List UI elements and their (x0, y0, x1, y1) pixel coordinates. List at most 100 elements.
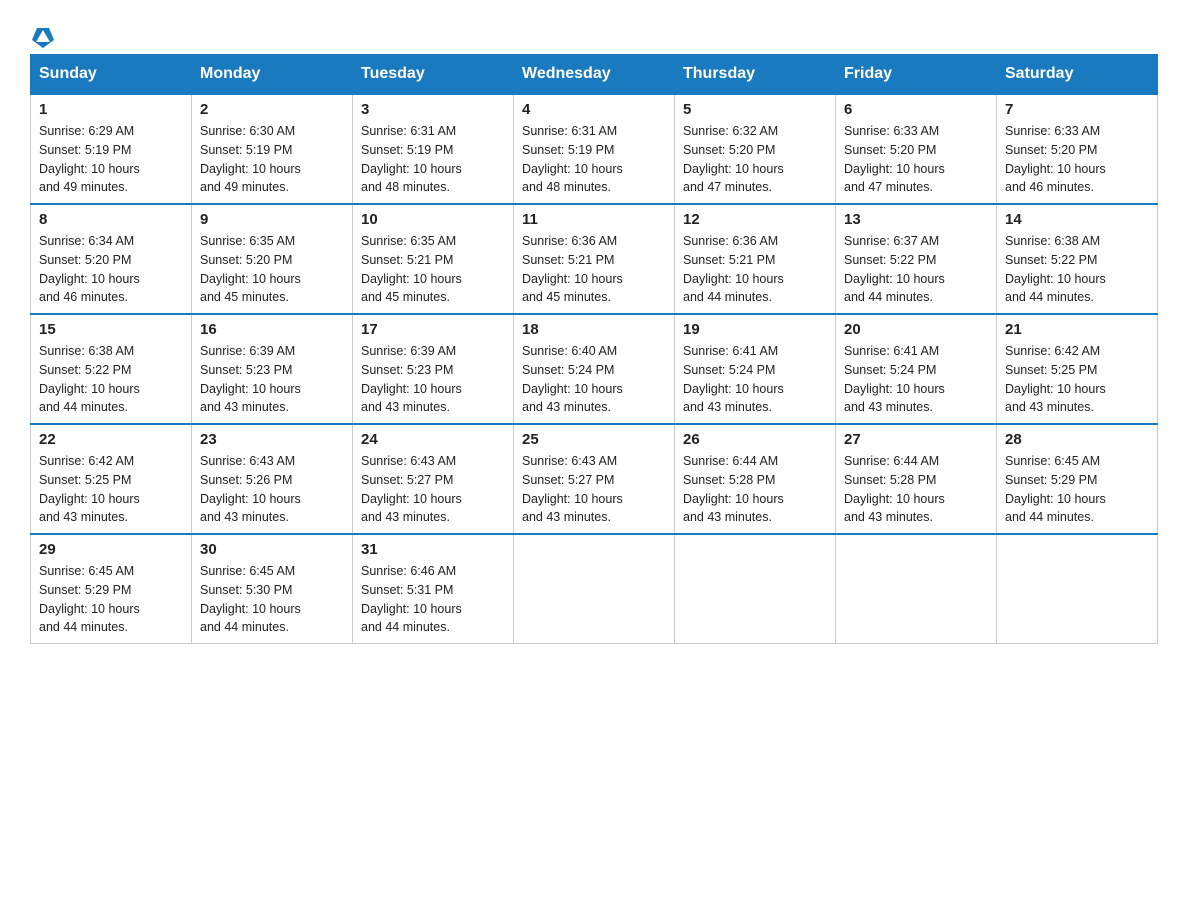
day-number: 23 (200, 431, 344, 448)
day-info: Sunrise: 6:35 AM Sunset: 5:21 PM Dayligh… (361, 232, 505, 307)
weekday-header-friday: Friday (836, 55, 997, 95)
calendar-cell: 13 Sunrise: 6:37 AM Sunset: 5:22 PM Dayl… (836, 204, 997, 314)
calendar-table: SundayMondayTuesdayWednesdayThursdayFrid… (30, 54, 1158, 644)
day-info: Sunrise: 6:39 AM Sunset: 5:23 PM Dayligh… (361, 342, 505, 417)
day-number: 15 (39, 321, 183, 338)
day-info: Sunrise: 6:42 AM Sunset: 5:25 PM Dayligh… (39, 452, 183, 527)
day-info: Sunrise: 6:31 AM Sunset: 5:19 PM Dayligh… (522, 122, 666, 197)
day-info: Sunrise: 6:45 AM Sunset: 5:30 PM Dayligh… (200, 562, 344, 637)
day-number: 10 (361, 211, 505, 228)
day-number: 25 (522, 431, 666, 448)
calendar-cell: 19 Sunrise: 6:41 AM Sunset: 5:24 PM Dayl… (675, 314, 836, 424)
day-number: 2 (200, 101, 344, 118)
calendar-cell: 5 Sunrise: 6:32 AM Sunset: 5:20 PM Dayli… (675, 94, 836, 204)
calendar-cell: 20 Sunrise: 6:41 AM Sunset: 5:24 PM Dayl… (836, 314, 997, 424)
day-info: Sunrise: 6:36 AM Sunset: 5:21 PM Dayligh… (683, 232, 827, 307)
day-info: Sunrise: 6:36 AM Sunset: 5:21 PM Dayligh… (522, 232, 666, 307)
day-number: 18 (522, 321, 666, 338)
day-number: 24 (361, 431, 505, 448)
week-row-2: 8 Sunrise: 6:34 AM Sunset: 5:20 PM Dayli… (31, 204, 1158, 314)
calendar-cell (514, 534, 675, 644)
day-number: 17 (361, 321, 505, 338)
calendar-cell: 22 Sunrise: 6:42 AM Sunset: 5:25 PM Dayl… (31, 424, 192, 534)
day-number: 6 (844, 101, 988, 118)
week-row-1: 1 Sunrise: 6:29 AM Sunset: 5:19 PM Dayli… (31, 94, 1158, 204)
day-number: 9 (200, 211, 344, 228)
logo (30, 30, 54, 44)
day-number: 1 (39, 101, 183, 118)
day-info: Sunrise: 6:37 AM Sunset: 5:22 PM Dayligh… (844, 232, 988, 307)
day-info: Sunrise: 6:33 AM Sunset: 5:20 PM Dayligh… (844, 122, 988, 197)
day-number: 7 (1005, 101, 1149, 118)
day-number: 11 (522, 211, 666, 228)
day-number: 27 (844, 431, 988, 448)
day-number: 29 (39, 541, 183, 558)
day-number: 12 (683, 211, 827, 228)
weekday-header-tuesday: Tuesday (353, 55, 514, 95)
calendar-cell: 27 Sunrise: 6:44 AM Sunset: 5:28 PM Dayl… (836, 424, 997, 534)
page-header (30, 20, 1158, 44)
weekday-header-monday: Monday (192, 55, 353, 95)
calendar-cell: 3 Sunrise: 6:31 AM Sunset: 5:19 PM Dayli… (353, 94, 514, 204)
day-info: Sunrise: 6:31 AM Sunset: 5:19 PM Dayligh… (361, 122, 505, 197)
calendar-cell: 9 Sunrise: 6:35 AM Sunset: 5:20 PM Dayli… (192, 204, 353, 314)
day-info: Sunrise: 6:34 AM Sunset: 5:20 PM Dayligh… (39, 232, 183, 307)
day-info: Sunrise: 6:40 AM Sunset: 5:24 PM Dayligh… (522, 342, 666, 417)
day-info: Sunrise: 6:35 AM Sunset: 5:20 PM Dayligh… (200, 232, 344, 307)
calendar-cell: 4 Sunrise: 6:31 AM Sunset: 5:19 PM Dayli… (514, 94, 675, 204)
day-number: 31 (361, 541, 505, 558)
day-number: 5 (683, 101, 827, 118)
calendar-cell: 23 Sunrise: 6:43 AM Sunset: 5:26 PM Dayl… (192, 424, 353, 534)
day-number: 16 (200, 321, 344, 338)
calendar-cell: 28 Sunrise: 6:45 AM Sunset: 5:29 PM Dayl… (997, 424, 1158, 534)
day-info: Sunrise: 6:44 AM Sunset: 5:28 PM Dayligh… (844, 452, 988, 527)
weekday-header-sunday: Sunday (31, 55, 192, 95)
day-info: Sunrise: 6:45 AM Sunset: 5:29 PM Dayligh… (39, 562, 183, 637)
day-number: 21 (1005, 321, 1149, 338)
day-number: 28 (1005, 431, 1149, 448)
calendar-cell: 30 Sunrise: 6:45 AM Sunset: 5:30 PM Dayl… (192, 534, 353, 644)
calendar-cell: 12 Sunrise: 6:36 AM Sunset: 5:21 PM Dayl… (675, 204, 836, 314)
day-number: 3 (361, 101, 505, 118)
day-info: Sunrise: 6:41 AM Sunset: 5:24 PM Dayligh… (683, 342, 827, 417)
day-info: Sunrise: 6:43 AM Sunset: 5:27 PM Dayligh… (361, 452, 505, 527)
calendar-header-row: SundayMondayTuesdayWednesdayThursdayFrid… (31, 55, 1158, 95)
weekday-header-wednesday: Wednesday (514, 55, 675, 95)
day-number: 19 (683, 321, 827, 338)
day-number: 22 (39, 431, 183, 448)
calendar-cell: 29 Sunrise: 6:45 AM Sunset: 5:29 PM Dayl… (31, 534, 192, 644)
day-info: Sunrise: 6:41 AM Sunset: 5:24 PM Dayligh… (844, 342, 988, 417)
day-info: Sunrise: 6:46 AM Sunset: 5:31 PM Dayligh… (361, 562, 505, 637)
calendar-cell: 26 Sunrise: 6:44 AM Sunset: 5:28 PM Dayl… (675, 424, 836, 534)
calendar-cell: 1 Sunrise: 6:29 AM Sunset: 5:19 PM Dayli… (31, 94, 192, 204)
day-number: 4 (522, 101, 666, 118)
day-info: Sunrise: 6:30 AM Sunset: 5:19 PM Dayligh… (200, 122, 344, 197)
day-info: Sunrise: 6:44 AM Sunset: 5:28 PM Dayligh… (683, 452, 827, 527)
day-number: 30 (200, 541, 344, 558)
week-row-5: 29 Sunrise: 6:45 AM Sunset: 5:29 PM Dayl… (31, 534, 1158, 644)
calendar-cell: 16 Sunrise: 6:39 AM Sunset: 5:23 PM Dayl… (192, 314, 353, 424)
calendar-cell: 11 Sunrise: 6:36 AM Sunset: 5:21 PM Dayl… (514, 204, 675, 314)
calendar-cell: 21 Sunrise: 6:42 AM Sunset: 5:25 PM Dayl… (997, 314, 1158, 424)
day-info: Sunrise: 6:39 AM Sunset: 5:23 PM Dayligh… (200, 342, 344, 417)
calendar-cell: 2 Sunrise: 6:30 AM Sunset: 5:19 PM Dayli… (192, 94, 353, 204)
calendar-cell: 15 Sunrise: 6:38 AM Sunset: 5:22 PM Dayl… (31, 314, 192, 424)
calendar-cell (836, 534, 997, 644)
day-info: Sunrise: 6:38 AM Sunset: 5:22 PM Dayligh… (1005, 232, 1149, 307)
calendar-cell: 17 Sunrise: 6:39 AM Sunset: 5:23 PM Dayl… (353, 314, 514, 424)
day-info: Sunrise: 6:32 AM Sunset: 5:20 PM Dayligh… (683, 122, 827, 197)
calendar-cell: 6 Sunrise: 6:33 AM Sunset: 5:20 PM Dayli… (836, 94, 997, 204)
day-number: 14 (1005, 211, 1149, 228)
day-info: Sunrise: 6:33 AM Sunset: 5:20 PM Dayligh… (1005, 122, 1149, 197)
day-info: Sunrise: 6:42 AM Sunset: 5:25 PM Dayligh… (1005, 342, 1149, 417)
day-info: Sunrise: 6:43 AM Sunset: 5:26 PM Dayligh… (200, 452, 344, 527)
day-info: Sunrise: 6:29 AM Sunset: 5:19 PM Dayligh… (39, 122, 183, 197)
calendar-cell: 14 Sunrise: 6:38 AM Sunset: 5:22 PM Dayl… (997, 204, 1158, 314)
day-info: Sunrise: 6:45 AM Sunset: 5:29 PM Dayligh… (1005, 452, 1149, 527)
calendar-cell: 10 Sunrise: 6:35 AM Sunset: 5:21 PM Dayl… (353, 204, 514, 314)
calendar-cell: 25 Sunrise: 6:43 AM Sunset: 5:27 PM Dayl… (514, 424, 675, 534)
day-info: Sunrise: 6:38 AM Sunset: 5:22 PM Dayligh… (39, 342, 183, 417)
weekday-header-saturday: Saturday (997, 55, 1158, 95)
calendar-cell (675, 534, 836, 644)
calendar-cell (997, 534, 1158, 644)
